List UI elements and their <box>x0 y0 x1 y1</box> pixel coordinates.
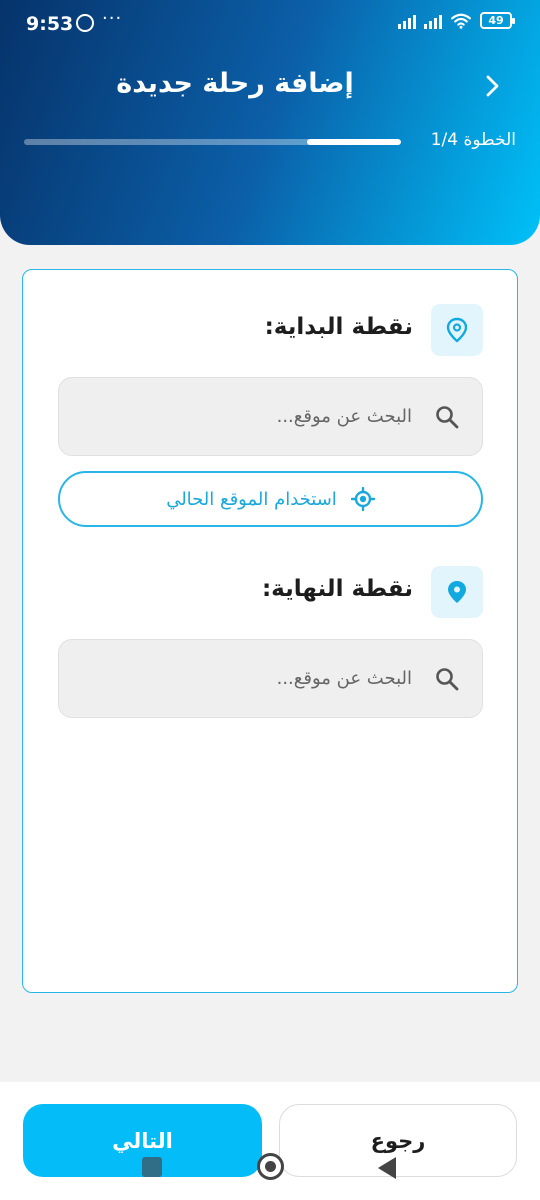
progress-bar <box>24 139 401 145</box>
back-button[interactable]: رجوع <box>279 1104 517 1177</box>
end-search-input[interactable] <box>112 640 412 717</box>
status-time: 9:53 <box>26 13 74 35</box>
start-point-title: نقطة البداية: <box>264 314 413 340</box>
bottom-action-bar: التالي رجوع <box>0 1082 540 1200</box>
chevron-right-icon[interactable] <box>480 74 504 98</box>
page-title: إضافة رحلة جديدة <box>116 68 354 99</box>
search-icon <box>436 406 459 429</box>
crosshair-icon <box>350 487 375 511</box>
wifi-icon <box>451 13 471 29</box>
next-button-label: التالي <box>112 1128 173 1153</box>
start-search-input[interactable] <box>112 378 412 455</box>
use-current-location-label: استخدام الموقع الحالي <box>166 488 337 510</box>
step-indicator: الخطوة 1/4 <box>430 130 516 150</box>
search-icon <box>436 668 459 691</box>
status-indicators: 49 <box>398 12 515 29</box>
use-current-location-button[interactable]: استخدام الموقع الحالي <box>58 471 483 527</box>
signal-icon-2 <box>424 13 442 29</box>
end-search-field[interactable] <box>58 639 483 718</box>
location-pin-filled-icon <box>448 581 466 603</box>
end-pin-badge <box>431 566 483 618</box>
trip-locations-card: نقطة البداية: استخدام الموقع الحالي نقطة… <box>22 269 518 993</box>
start-search-field[interactable] <box>58 377 483 456</box>
end-point-title: نقطة النهاية: <box>261 576 413 602</box>
whatsapp-icon <box>76 14 94 32</box>
location-pin-outline-icon <box>446 317 468 343</box>
back-nav-icon[interactable] <box>378 1157 396 1179</box>
recents-nav-icon[interactable] <box>142 1157 162 1177</box>
start-pin-badge <box>431 304 483 356</box>
progress-fill <box>306 139 401 145</box>
home-nav-icon[interactable] <box>257 1153 284 1180</box>
status-more-dots: ··· <box>102 8 123 29</box>
battery-icon: 49 <box>480 12 515 29</box>
app-header: 9:53 ··· 49 إضافة رحلة جديدة الخطوة 1/4 <box>0 0 540 245</box>
signal-icon <box>398 13 416 29</box>
back-button-label: رجوع <box>370 1128 426 1153</box>
